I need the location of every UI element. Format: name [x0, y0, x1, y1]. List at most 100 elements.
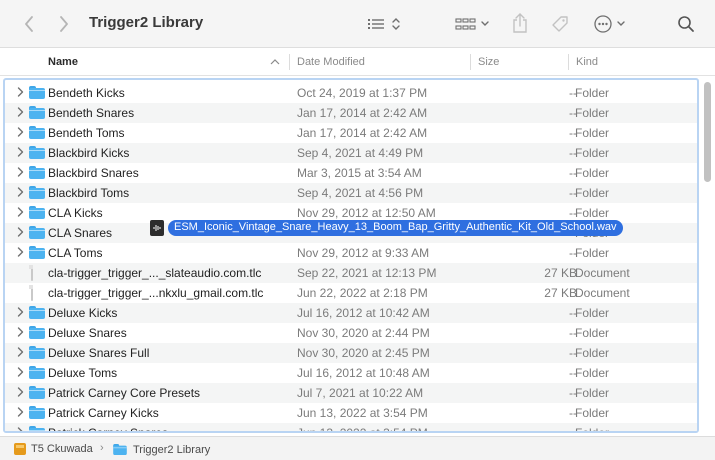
file-date-modified: Jun 22, 2022 at 2:18 PM — [297, 286, 428, 300]
file-kind: Folder — [575, 166, 610, 180]
chevron-right-icon — [60, 16, 68, 32]
file-size: 27 KB — [544, 266, 577, 280]
file-name: cla-trigger_trigger_...nkxlu_gmail.com.t… — [48, 286, 264, 300]
file-name: Deluxe Kicks — [48, 306, 118, 320]
disk-icon — [14, 443, 26, 455]
disclosure-triangle-icon[interactable] — [15, 407, 25, 419]
file-name: Deluxe Snares Full — [48, 346, 150, 360]
file-kind: Folder — [575, 426, 610, 433]
column-name[interactable]: Name — [48, 56, 78, 68]
file-kind: Folder — [575, 406, 610, 420]
file-row[interactable]: Bendeth Kicks Oct 24, 2019 at 1:37 PM -- Fo… — [5, 83, 697, 103]
column-separator — [470, 54, 471, 70]
file-row[interactable]: Blackbird Kicks Sep 4, 2021 at 4:49 PM -- F… — [5, 143, 697, 163]
file-row[interactable]: Patrick Carney Kicks Jun 13, 2022 at 3:54… — [5, 403, 697, 423]
file-row[interactable]: cla-trigger_trigger_..._slateaudio.com.t… — [5, 263, 697, 283]
column-separator — [289, 54, 290, 70]
file-row[interactable]: Deluxe Kicks Jul 16, 2012 at 10:42 AM -- Fo… — [5, 303, 697, 323]
file-date-modified: Mar 3, 2015 at 3:54 AM — [297, 166, 422, 180]
disclosure-triangle-icon[interactable] — [15, 327, 25, 339]
file-name: Deluxe Toms — [48, 366, 118, 380]
file-kind: Document — [575, 266, 630, 280]
file-row[interactable]: Patrick Carney Snares Jun 13, 2022 at 3:5… — [5, 423, 697, 433]
search-icon — [678, 16, 694, 32]
share-icon — [513, 13, 527, 33]
disclosure-triangle-icon[interactable] — [15, 87, 25, 99]
disclosure-triangle-icon[interactable] — [15, 147, 25, 159]
file-name: Deluxe Snares — [48, 326, 127, 340]
column-header: Name Date Modified Size Kind — [0, 48, 715, 76]
back-button[interactable] — [18, 13, 40, 35]
disclosure-triangle-icon[interactable] — [15, 167, 25, 179]
file-kind: Folder — [575, 366, 610, 380]
column-date-modified[interactable]: Date Modified — [297, 56, 365, 68]
disclosure-triangle-icon[interactable] — [15, 347, 25, 359]
file-date-modified: Sep 4, 2021 at 4:49 PM — [297, 146, 424, 160]
document-icon — [29, 265, 33, 281]
file-name: Patrick Carney Core Presets — [48, 386, 201, 400]
file-date-modified: Jun 13, 2022 at 3:54 PM — [297, 426, 428, 433]
tag-icon — [552, 16, 568, 32]
scrollbar-thumb[interactable] — [704, 82, 711, 182]
file-date-modified: Jul 7, 2021 at 10:22 AM — [297, 386, 424, 400]
file-name: Blackbird Snares — [48, 166, 139, 180]
disclosure-triangle-icon[interactable] — [15, 427, 25, 431]
file-name: Patrick Carney Kicks — [48, 406, 159, 420]
toolbar: Trigger2 Library — [0, 0, 715, 48]
share-button[interactable] — [509, 10, 531, 36]
file-row[interactable]: Deluxe Snares Nov 30, 2020 at 2:44 PM -- Fo… — [5, 323, 697, 343]
disclosure-triangle-icon[interactable] — [15, 247, 25, 259]
file-date-modified: Jul 16, 2012 at 10:48 AM — [297, 366, 430, 380]
file-date-modified: Jun 13, 2022 at 3:54 PM — [297, 406, 428, 420]
disclosure-triangle-icon[interactable] — [15, 227, 25, 239]
disclosure-triangle-icon[interactable] — [15, 367, 25, 379]
forward-button[interactable] — [53, 13, 75, 35]
file-kind: Folder — [575, 246, 610, 260]
tag-button[interactable] — [548, 12, 572, 36]
file-row[interactable]: Bendeth Toms Jan 17, 2014 at 2:42 AM -- Fol… — [5, 123, 697, 143]
disclosure-triangle-icon[interactable] — [15, 207, 25, 219]
file-kind: Folder — [575, 146, 610, 160]
file-row[interactable]: Patrick Carney Core Presets Jul 7, 2021 a… — [5, 383, 697, 403]
path-folder[interactable]: Trigger2 Library — [112, 443, 210, 456]
file-date-modified: Sep 22, 2021 at 12:13 PM — [297, 266, 437, 280]
path-volume[interactable]: T5 Ckuwada — [14, 443, 93, 455]
disclosure-triangle-icon[interactable] — [15, 127, 25, 139]
file-row[interactable]: Blackbird Toms Sep 4, 2021 at 4:56 PM -- Fo… — [5, 183, 697, 203]
column-kind[interactable]: Kind — [576, 56, 598, 68]
file-kind: Folder — [575, 126, 610, 140]
path-bar: T5 Ckuwada › Trigger2 Library — [0, 436, 715, 460]
file-row[interactable]: cla-trigger_trigger_...nkxlu_gmail.com.t… — [5, 283, 697, 303]
drag-preview: ESM_Iconic_Vintage_Snare_Heavy_13_Boom_B… — [150, 219, 623, 237]
group-button[interactable] — [452, 12, 492, 36]
chevron-left-icon — [25, 16, 33, 32]
file-kind: Folder — [575, 206, 610, 220]
file-list[interactable]: Bendeth Kicks Oct 24, 2019 at 1:37 PM -- Fo… — [3, 78, 699, 433]
audio-file-icon — [150, 220, 164, 236]
file-row[interactable]: Bendeth Snares Jan 17, 2014 at 2:42 AM -- F… — [5, 103, 697, 123]
file-row[interactable]: CLA Toms Nov 29, 2012 at 9:33 AM -- Folder — [5, 243, 697, 263]
file-row[interactable]: Blackbird Snares Mar 3, 2015 at 3:54 AM --… — [5, 163, 697, 183]
sort-ascending-icon[interactable] — [270, 57, 280, 69]
view-options-button[interactable] — [364, 12, 404, 36]
file-row[interactable]: Deluxe Toms Jul 16, 2012 at 10:48 AM -- Fol… — [5, 363, 697, 383]
drag-filename: ESM_Iconic_Vintage_Snare_Heavy_13_Boom_B… — [168, 220, 623, 236]
file-kind: Folder — [575, 86, 610, 100]
more-actions-button[interactable] — [590, 12, 630, 36]
search-button[interactable] — [674, 12, 698, 36]
disclosure-triangle-icon[interactable] — [15, 187, 25, 199]
file-date-modified: Nov 29, 2012 at 12:50 AM — [297, 206, 436, 220]
window-title: Trigger2 Library — [89, 14, 204, 31]
file-kind: Folder — [575, 386, 610, 400]
file-size: 27 KB — [544, 286, 577, 300]
disclosure-triangle-icon[interactable] — [15, 107, 25, 119]
disclosure-triangle-icon[interactable] — [15, 387, 25, 399]
column-size[interactable]: Size — [478, 56, 499, 68]
disclosure-triangle-icon[interactable] — [15, 307, 25, 319]
file-name: CLA Snares — [48, 226, 113, 240]
file-kind: Folder — [575, 306, 610, 320]
path-separator-icon: › — [100, 442, 104, 454]
file-name: Blackbird Kicks — [48, 146, 130, 160]
list-view-icon — [368, 18, 400, 30]
file-row[interactable]: Deluxe Snares Full Nov 30, 2020 at 2:45 P… — [5, 343, 697, 363]
